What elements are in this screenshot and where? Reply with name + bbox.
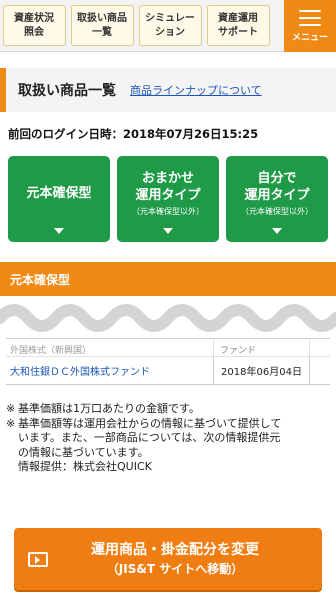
category-sublabel: （元本確保型以外） [132,206,204,216]
notes: ※ 基準価額は1万口あたりの金額です。 ※ 基準価額等は運用会社からの情報に基づ… [6,402,332,475]
nav-item-product-list[interactable]: 取扱い商品 一覧 [68,0,136,52]
nav-item-simulation[interactable]: シミュレー ション [136,0,204,52]
nav-label-line1: 資産状況 [14,12,54,24]
cta-line2: （JIS&T サイトへ移動） [106,562,244,576]
note-line: ※ 基準価額は1万口あたりの金額です。 [6,402,332,417]
note-text: 情報提供：株式会社QUICK [18,460,152,473]
category-section-bar: 元本確保型 [0,262,336,296]
category-principal-guaranteed-button[interactable]: 元本確保型 [8,156,110,242]
note-line: います。また、一部商品については、次の情報提供元 [6,431,332,446]
external-screen-icon [28,551,48,567]
triangle-down-icon [163,228,173,234]
fund-date: ファンド [214,339,310,356]
nav-label-line2: ション [155,26,185,38]
hamburger-icon [299,9,321,26]
note-text: の情報に基づいています。 [18,445,149,459]
nav-label-line2: 一覧 [92,26,112,38]
note-mark: ※ [6,402,16,415]
note-line: ※ 基準価額等は運用会社からの情報に基づいて提供して [6,417,332,432]
cta-text: 運用商品・掛金配分を変更 （JIS&T サイトへ移動） [48,540,322,578]
category-label-line1: 自分で [257,170,297,186]
nav-item-asset-status[interactable]: 資産状況 照会 [0,0,68,52]
nav-label-line1: 取扱い商品 [77,12,127,24]
menu-label: メニュー [291,32,328,43]
nav-asset-status-button[interactable]: 資産状況 照会 [2,5,66,46]
cta-line1: 運用商品・掛金配分を変更 [91,542,259,558]
category-omakase-button[interactable]: おまかせ 運用タイプ （元本確保型以外） [117,156,219,242]
note-text: 基準価額は1万口あたりの金額です。 [18,402,200,415]
nav-label-line2: サポート [218,26,258,38]
nav-label-line1: 資産運用 [218,12,258,24]
note-mark: ※ [6,416,16,430]
fund-date: 2018年06月04日 [214,357,310,384]
note-line: 情報提供：株式会社QUICK [6,460,332,475]
triangle-down-icon [54,228,64,234]
category-label: 元本確保型 [26,185,92,201]
nav-simulation-button[interactable]: シミュレー ション [138,5,202,46]
page-title: 取扱い商品一覧 [18,83,116,99]
top-navigation: 資産状況 照会 取扱い商品 一覧 シミュレー ション 資産運用 サポート メニュ… [0,0,336,52]
table-row: 大和住銀ＤＣ外国株式ファンド 2018年06月04日 [6,357,330,385]
product-table: 外国株式（新興国） ファンド 大和住銀ＤＣ外国株式ファンド 2018年06月04… [6,338,330,394]
triangle-down-icon [272,228,282,234]
table-row: 外国株式（新興国） ファンド [6,339,330,357]
fund-name: 外国株式（新興国） [6,339,214,356]
menu-button[interactable]: メニュー [284,0,336,52]
product-lineup-link[interactable]: 商品ラインナップについて [130,82,262,98]
note-text: います。また、一部商品については、次の情報提供元 [18,431,281,444]
fund-name-link[interactable]: 大和住銀ＤＣ外国株式ファンド [6,357,214,384]
note-text: 基準価額等は運用会社からの情報に基づいて提供して [18,416,282,430]
nav-asset-support-button[interactable]: 資産運用 サポート [206,5,270,46]
nav-label-line2: 照会 [24,26,44,38]
nav-item-asset-support[interactable]: 資産運用 サポート [204,0,272,52]
nav-product-list-button[interactable]: 取扱い商品 一覧 [70,5,134,46]
note-line: の情報に基づいています。 [6,446,332,461]
category-self-managed-button[interactable]: 自分で 運用タイプ （元本確保型以外） [226,156,328,242]
category-sublabel: （元本確保型以外） [241,206,313,216]
category-buttons: 元本確保型 おまかせ 運用タイプ （元本確保型以外） 自分で 運用タイプ （元本… [8,156,328,242]
category-label-line2: 運用タイプ [244,187,310,203]
wavy-divider [0,296,336,340]
section-header: 取扱い商品一覧 商品ラインナップについて [0,68,336,112]
nav-label-line1: シミュレー [145,12,195,24]
change-allocation-button[interactable]: 運用商品・掛金配分を変更 （JIS&T サイトへ移動） [14,528,322,590]
category-label-line1: おまかせ [141,170,194,186]
last-login-datetime: 前回のログイン日時：2018年07月26日15:25 [8,127,259,141]
category-label-line2: 運用タイプ [135,187,201,203]
